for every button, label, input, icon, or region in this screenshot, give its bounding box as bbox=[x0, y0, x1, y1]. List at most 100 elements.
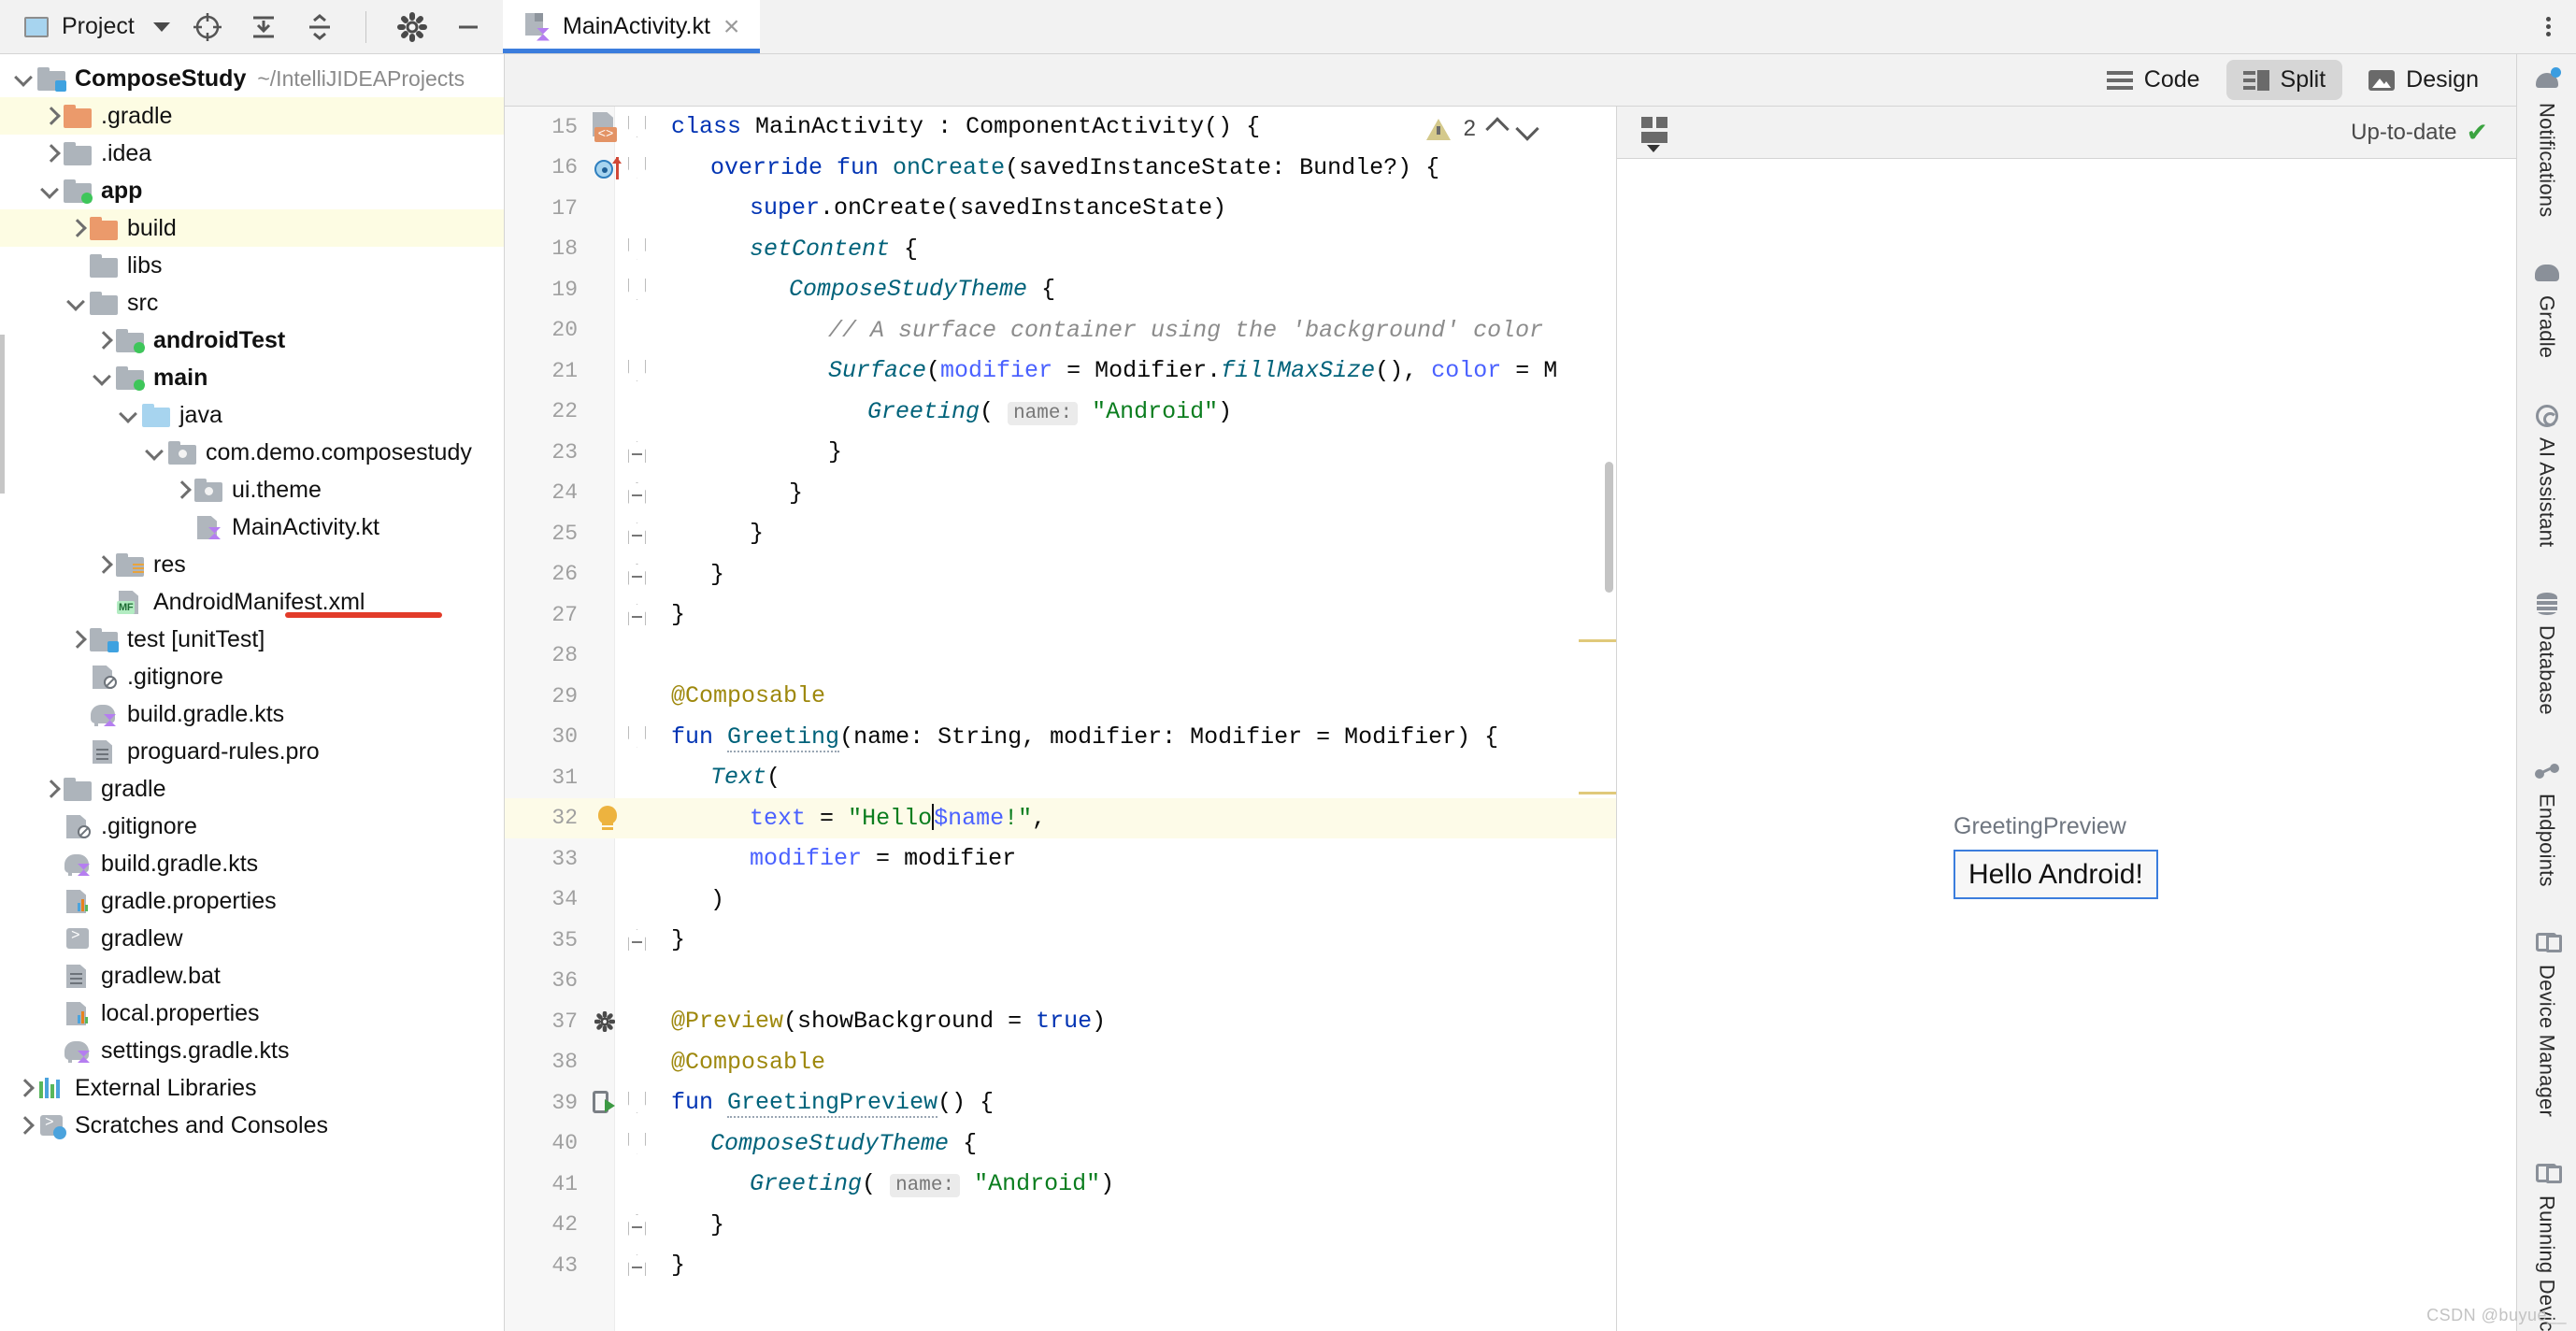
code-line-34[interactable]: 34) bbox=[505, 880, 1616, 921]
tree-item-scratches-and-consoles[interactable]: Scratches and Consoles bbox=[0, 1107, 504, 1144]
preview-item[interactable]: GreetingPreview Hello Android! bbox=[1953, 813, 2158, 899]
code-line-18[interactable]: 18 setContent { bbox=[505, 229, 1616, 270]
minimize-icon[interactable] bbox=[452, 11, 484, 43]
chevron-right-icon[interactable] bbox=[37, 140, 64, 166]
run-preview-icon[interactable] bbox=[593, 1091, 615, 1115]
fold-marker[interactable] bbox=[628, 604, 646, 625]
fold-marker[interactable] bbox=[628, 156, 646, 179]
chevron-right-icon[interactable] bbox=[37, 103, 64, 129]
code-line-24[interactable]: 24} bbox=[505, 473, 1616, 514]
rail-item-ai-assistant[interactable]: AI Assistant bbox=[2533, 402, 2561, 547]
code-line-28[interactable]: 28 bbox=[505, 636, 1616, 677]
code-line-21[interactable]: 21 Surface(modifier = Modifier.fillMaxSiz… bbox=[505, 351, 1616, 392]
tree-item-composestudy[interactable]: ComposeStudy ~/IntelliJIDEAProjects bbox=[0, 60, 504, 97]
fold-marker[interactable] bbox=[628, 441, 646, 463]
view-mode-code[interactable]: Code bbox=[2090, 60, 2217, 100]
tree-item-gitignore[interactable]: .gitignore bbox=[0, 658, 504, 695]
code-line-17[interactable]: 17 super.onCreate(savedInstanceState) bbox=[505, 188, 1616, 229]
chevron-right-icon[interactable] bbox=[11, 1075, 37, 1101]
tree-item-build-gradle-kts[interactable]: build.gradle.kts bbox=[0, 695, 504, 733]
rail-item-notifications[interactable]: Notifications bbox=[2533, 67, 2561, 217]
fold-marker[interactable] bbox=[628, 725, 646, 748]
fold-marker[interactable] bbox=[628, 1254, 646, 1276]
chevron-down-icon[interactable] bbox=[142, 439, 168, 465]
code-line-30[interactable]: 30 fun Greeting(name: String, modifier: M… bbox=[505, 717, 1616, 758]
code-line-27[interactable]: 27} bbox=[505, 594, 1616, 636]
tree-item-app[interactable]: app bbox=[0, 172, 504, 209]
code-line-20[interactable]: 20 // A surface container using the 'back… bbox=[505, 310, 1616, 351]
code-line-41[interactable]: 41 Greeting( name: "Android") bbox=[505, 1164, 1616, 1205]
settings-gear-icon[interactable] bbox=[396, 11, 428, 43]
code-scrollbar[interactable] bbox=[1605, 462, 1613, 593]
preview-canvas[interactable]: GreetingPreview Hello Android! bbox=[1617, 159, 2516, 1331]
tree-item-local-properties[interactable]: local.properties bbox=[0, 995, 504, 1032]
fold-marker[interactable] bbox=[628, 1213, 646, 1236]
chevron-right-icon[interactable] bbox=[168, 477, 194, 503]
tree-item-external-libraries[interactable]: External Libraries bbox=[0, 1069, 504, 1107]
code-line-15[interactable]: 15 <> class MainActivity : ComponentActivi… bbox=[505, 107, 1616, 148]
chevron-down-icon[interactable] bbox=[64, 290, 90, 316]
tree-item-mainactivity-kt[interactable]: MainActivity.kt bbox=[0, 508, 504, 546]
tree-item-gitignore[interactable]: .gitignore bbox=[0, 808, 504, 845]
tree-item-build-gradle-kts[interactable]: build.gradle.kts bbox=[0, 845, 504, 882]
tree-item-main[interactable]: main bbox=[0, 359, 504, 396]
code-line-22[interactable]: 22 Greeting( name: "Android") bbox=[505, 392, 1616, 433]
view-mode-split[interactable]: Split bbox=[2225, 60, 2343, 100]
tree-item-settings-gradle-kts[interactable]: settings.gradle.kts bbox=[0, 1032, 504, 1069]
code-line-32[interactable]: 32 text = "Hello$name!", bbox=[505, 797, 1616, 838]
tree-item-idea[interactable]: .idea bbox=[0, 135, 504, 172]
code-line-38[interactable]: 38 @Composable bbox=[505, 1042, 1616, 1083]
code-line-31[interactable]: 31 Text( bbox=[505, 757, 1616, 798]
tab-mainactivity-kt[interactable]: MainActivity.kt × bbox=[503, 0, 761, 53]
tree-item-proguard-rules-pro[interactable]: proguard-rules.pro bbox=[0, 733, 504, 770]
rail-item-gradle[interactable]: Gradle bbox=[2533, 260, 2561, 359]
chevron-right-icon[interactable] bbox=[11, 1112, 37, 1138]
tree-item-build[interactable]: build bbox=[0, 209, 504, 247]
code-line-16[interactable]: 16 override fun onCreate(savedInstanceSta… bbox=[505, 148, 1616, 189]
fold-marker[interactable] bbox=[628, 1132, 646, 1154]
fold-marker[interactable] bbox=[628, 237, 646, 260]
code-editor[interactable]: 2 15 <> class MainActivity : ComponentActi… bbox=[505, 107, 1617, 1331]
tree-item-gradlew-bat[interactable]: gradlew.bat bbox=[0, 957, 504, 995]
collapse-all-icon[interactable] bbox=[304, 11, 336, 43]
fold-marker[interactable] bbox=[628, 116, 646, 137]
code-line-36[interactable]: 36 bbox=[505, 961, 1616, 1002]
settings-gear-icon[interactable] bbox=[594, 1010, 616, 1033]
code-line-29[interactable]: 29 @Composable bbox=[505, 676, 1616, 717]
expand-all-icon[interactable] bbox=[248, 11, 279, 43]
code-line-35[interactable]: 35} bbox=[505, 920, 1616, 961]
code-line-40[interactable]: 40 ComposeStudyTheme { bbox=[505, 1123, 1616, 1165]
code-line-26[interactable]: 26} bbox=[505, 554, 1616, 595]
fold-marker[interactable] bbox=[628, 929, 646, 951]
code-line-43[interactable]: 43} bbox=[505, 1245, 1616, 1286]
chevron-down-icon[interactable] bbox=[152, 21, 170, 32]
code-line-23[interactable]: 23} bbox=[505, 432, 1616, 473]
chevron-right-icon[interactable] bbox=[64, 626, 90, 652]
rail-item-device-manager[interactable]: Device Manager bbox=[2533, 929, 2562, 1117]
fold-marker[interactable] bbox=[628, 522, 646, 544]
close-icon[interactable]: × bbox=[723, 12, 740, 41]
tree-item-ui-theme[interactable]: ui.theme bbox=[0, 471, 504, 508]
chevron-down-icon[interactable] bbox=[11, 65, 37, 92]
tree-item-gradlew[interactable]: gradlew bbox=[0, 920, 504, 957]
fold-marker[interactable] bbox=[628, 279, 646, 300]
chevron-right-icon[interactable] bbox=[64, 215, 90, 241]
tree-item-gradle[interactable]: gradle bbox=[0, 770, 504, 808]
tree-item-gradle-properties[interactable]: gradle.properties bbox=[0, 882, 504, 920]
chevron-right-icon[interactable] bbox=[90, 551, 116, 578]
chevron-down-icon[interactable] bbox=[37, 178, 64, 204]
fold-marker[interactable] bbox=[628, 360, 646, 381]
code-line-37[interactable]: 37 @Preview(showBackground = true) bbox=[505, 1001, 1616, 1042]
chevron-right-icon[interactable] bbox=[90, 327, 116, 353]
preview-frame[interactable]: Hello Android! bbox=[1953, 850, 2158, 899]
code-line-33[interactable]: 33 modifier = modifier bbox=[505, 838, 1616, 880]
chevron-right-icon[interactable] bbox=[37, 776, 64, 802]
tree-item-java[interactable]: java bbox=[0, 396, 504, 434]
rail-item-database[interactable]: Database bbox=[2533, 590, 2561, 715]
tree-item-androidtest[interactable]: androidTest bbox=[0, 322, 504, 359]
rail-item-endpoints[interactable]: Endpoints bbox=[2533, 758, 2561, 886]
tree-item-res[interactable]: res bbox=[0, 546, 504, 583]
more-options-icon[interactable] bbox=[2520, 0, 2576, 53]
fold-marker[interactable] bbox=[628, 1092, 646, 1113]
code-line-25[interactable]: 25} bbox=[505, 513, 1616, 554]
